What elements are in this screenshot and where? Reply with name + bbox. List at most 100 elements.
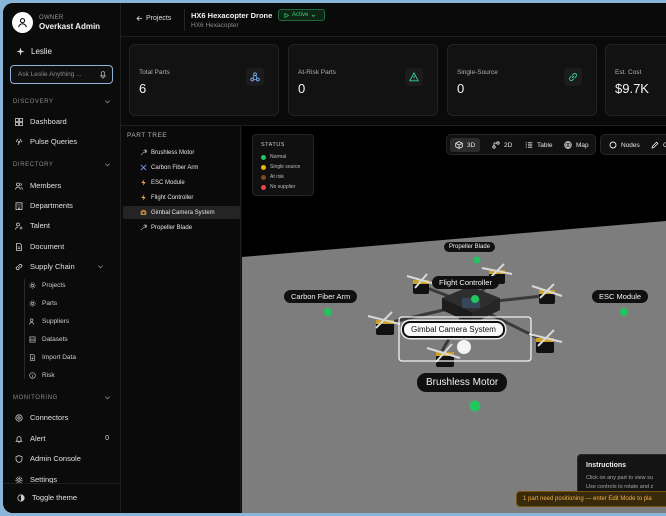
- info-icon: [29, 372, 36, 379]
- sidebar-divider: [3, 483, 121, 484]
- nav-risk[interactable]: Risk: [29, 372, 55, 379]
- part-tree-item-selected[interactable]: Gimbal Camera System: [123, 206, 240, 219]
- node-esc-module[interactable]: [620, 308, 628, 316]
- nav-risk-label: Risk: [42, 372, 55, 379]
- status-label: Active: [292, 12, 309, 18]
- nav-parts[interactable]: Parts: [29, 300, 57, 307]
- nodes-toggle-button[interactable]: Nodes: [604, 138, 645, 152]
- back-label: Projects: [146, 15, 172, 22]
- nav-admin-console[interactable]: Admin Console: [15, 454, 111, 463]
- view-table-label: Table: [537, 141, 553, 149]
- globe-icon: [564, 141, 572, 149]
- view-mode-toolbar: 3D 2D Table Map: [446, 134, 596, 155]
- shield-icon: [15, 454, 23, 463]
- project-status-dropdown[interactable]: Active: [278, 9, 326, 21]
- gimbal-camera-node[interactable]: [457, 340, 471, 354]
- ask-assistant-input[interactable]: Ask Leslie Anything ...: [10, 65, 113, 84]
- gear-icon: [29, 300, 36, 307]
- nav-talent-label: Talent: [30, 221, 51, 230]
- view-map-button[interactable]: Map: [559, 138, 594, 152]
- nav-document[interactable]: Document: [15, 242, 111, 251]
- part-tree-item[interactable]: Brushless Motor: [123, 146, 240, 159]
- nav-import-data[interactable]: Import Data: [29, 354, 76, 361]
- label-esc-module[interactable]: ESC Module: [592, 290, 649, 303]
- view-2d-label: 2D: [504, 141, 513, 149]
- part-tree-label: Gimbal Camera System: [151, 209, 215, 216]
- edit-mode-button[interactable]: Cu: [646, 138, 666, 152]
- ask-placeholder: Ask Leslie Anything ...: [18, 71, 82, 78]
- node-propeller-blade[interactable]: [473, 256, 481, 264]
- part-tree-item[interactable]: ESC Module: [123, 176, 240, 189]
- chain-link-icon: [15, 263, 23, 270]
- view-table-button[interactable]: Table: [520, 138, 558, 152]
- legend-item: Normal: [261, 154, 286, 160]
- building-icon: [15, 201, 23, 210]
- chevron-down-icon: [105, 100, 110, 104]
- nav-projects[interactable]: Projects: [29, 282, 65, 289]
- label-propeller-blade[interactable]: Propeller Blade: [444, 242, 496, 252]
- assistant-name: Leslie: [31, 47, 52, 56]
- nav-members[interactable]: Members: [15, 181, 111, 190]
- nav-departments[interactable]: Departments: [15, 201, 111, 210]
- node-carbon-fiber-arm[interactable]: [324, 308, 332, 316]
- label-flight-controller[interactable]: Flight Controller: [432, 276, 499, 289]
- nav-alert-label: Alert: [30, 434, 46, 443]
- view-2d-button[interactable]: 2D: [487, 138, 517, 152]
- directory-section-label[interactable]: DIRECTORY: [13, 162, 111, 168]
- nav-pulse-queries[interactable]: Pulse Queries: [15, 137, 111, 146]
- toggle-theme-button[interactable]: Toggle theme: [17, 493, 77, 502]
- label-gimbal-camera-system[interactable]: Gimbal Camera System: [402, 321, 505, 338]
- sidebar: OWNER Overkast Admin Leslie Ask Leslie A…: [3, 3, 121, 513]
- 3d-viewport[interactable]: STATUS Normal Single source At risk No s…: [242, 125, 666, 513]
- assistant-link[interactable]: Leslie: [16, 47, 52, 56]
- monitoring-section-label[interactable]: MONITORING: [13, 395, 111, 401]
- label-carbon-fiber-arm[interactable]: Carbon Fiber Arm: [284, 290, 358, 303]
- wrench-icon: [140, 149, 147, 156]
- owner-switcher[interactable]: OWNER Overkast Admin: [12, 12, 100, 33]
- circle-icon: [609, 141, 617, 149]
- arrow-left-icon: [136, 16, 143, 21]
- part-tree-label: Carbon Fiber Arm: [151, 164, 199, 171]
- view-map-label: Map: [576, 141, 589, 149]
- chevron-down-icon: [105, 163, 110, 167]
- node-flight-controller[interactable]: [471, 295, 479, 303]
- gear-icon: [29, 282, 36, 289]
- nav-suppliers[interactable]: Suppliers: [29, 318, 69, 325]
- nav-connectors[interactable]: Connectors: [15, 413, 111, 422]
- node-brushless-motor[interactable]: [469, 400, 481, 412]
- nav-datasets-label: Datasets: [42, 336, 68, 343]
- pulse-icon: [15, 138, 23, 145]
- nav-dashboard[interactable]: Dashboard: [15, 117, 111, 126]
- nav-datasets[interactable]: Datasets: [29, 336, 68, 343]
- discovery-section-label[interactable]: DISCOVERY: [13, 99, 111, 105]
- monitoring-label: MONITORING: [13, 395, 58, 401]
- cube-icon: [455, 141, 463, 149]
- users-icon: [15, 182, 23, 190]
- stat-value: $9.7K: [615, 81, 649, 96]
- project-header: Projects HX6 Hexacopter Drone HX6 Hexaco…: [121, 3, 666, 37]
- status-legend: STATUS Normal Single source At risk No s…: [252, 134, 314, 196]
- part-tree-panel: PART TREE Brushless Motor Carbon Fiber A…: [121, 125, 241, 513]
- nav-talent[interactable]: Talent: [15, 221, 111, 230]
- stat-card-at-risk-parts: At-Risk Parts 0: [288, 44, 438, 116]
- view-3d-label: 3D: [467, 141, 476, 149]
- label-brushless-motor[interactable]: Brushless Motor: [417, 373, 508, 392]
- legend-item: No supplier: [261, 184, 295, 190]
- alert-count-badge: 0: [105, 435, 109, 442]
- positioning-warning-banner[interactable]: 1 part need positioning — enter Edit Mod…: [516, 491, 666, 507]
- part-tree-item[interactable]: Carbon Fiber Arm: [123, 161, 240, 174]
- cube-network-icon: [246, 68, 264, 86]
- part-tree-item[interactable]: Flight Controller: [123, 191, 240, 204]
- view-3d-button[interactable]: 3D: [450, 138, 481, 152]
- owner-role: OWNER: [39, 14, 64, 21]
- part-tree-item[interactable]: Propeller Blade: [123, 221, 240, 234]
- nav-alert[interactable]: Alert 0: [15, 434, 111, 443]
- header-divider: [184, 9, 185, 31]
- back-to-projects-link[interactable]: Projects: [136, 15, 171, 22]
- owner-name: Overkast Admin: [39, 21, 101, 31]
- nodes-label: Nodes: [621, 141, 640, 149]
- microphone-icon[interactable]: [100, 71, 106, 79]
- user-avatar-icon: [12, 12, 33, 33]
- nav-supply-chain[interactable]: Supply Chain: [15, 262, 111, 271]
- legend-title: STATUS: [261, 142, 285, 148]
